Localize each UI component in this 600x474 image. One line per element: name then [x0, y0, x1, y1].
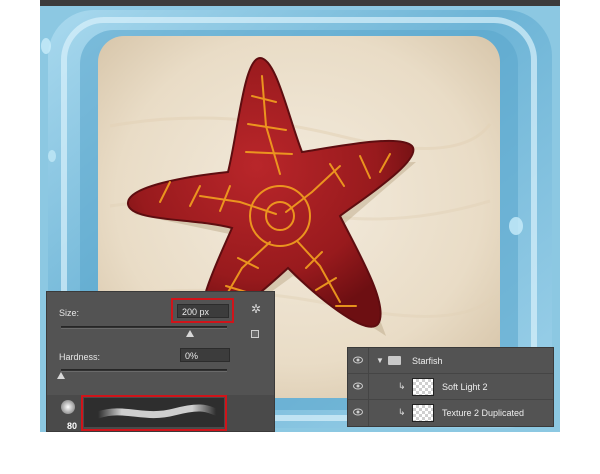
layer-thumbnail[interactable] [412, 378, 434, 396]
layers-panel: ▼ Starfish ↳ Soft Light 2 ↳ Texture 2 Du… [347, 347, 554, 427]
gear-icon[interactable]: ✲ [251, 302, 261, 316]
hardness-slider-thumb[interactable] [57, 372, 65, 379]
brush-preset-row: 80 [47, 395, 274, 431]
size-highlight [171, 298, 234, 323]
layer-name: Texture 2 Duplicated [442, 408, 525, 418]
size-slider-thumb[interactable] [186, 330, 195, 337]
layer-row-texture-2-duplicated[interactable]: ↳ Texture 2 Duplicated [348, 400, 553, 426]
size-label: Size: [59, 308, 80, 318]
layer-row-starfish[interactable]: ▼ Starfish [348, 348, 553, 374]
eye-icon[interactable] [353, 408, 363, 416]
layer-name: Starfish [412, 356, 443, 366]
layer-name: Soft Light 2 [442, 382, 488, 392]
eye-icon[interactable] [353, 356, 363, 364]
clipping-mask-icon: ↳ [398, 407, 406, 417]
new-preset-icon[interactable] [251, 330, 259, 338]
eye-icon[interactable] [353, 382, 363, 390]
soft-brush-tip-icon[interactable] [61, 400, 75, 414]
expand-triangle-icon[interactable]: ▼ [376, 356, 384, 365]
clipping-mask-icon: ↳ [398, 381, 406, 391]
hardness-slider-track[interactable] [61, 369, 227, 372]
folder-icon [388, 356, 401, 365]
layer-row-soft-light-2[interactable]: ↳ Soft Light 2 [348, 374, 553, 400]
preset-size-number: 80 [67, 421, 78, 431]
stroke-highlight [81, 395, 227, 431]
hardness-input[interactable]: 0% [180, 348, 230, 362]
layer-thumbnail[interactable] [412, 404, 434, 422]
brush-preset-panel: Size: 200 px ✲ Hardness: 0% 80 [46, 291, 275, 432]
size-slider-track[interactable] [61, 326, 227, 329]
hardness-label: Hardness: [59, 352, 101, 362]
